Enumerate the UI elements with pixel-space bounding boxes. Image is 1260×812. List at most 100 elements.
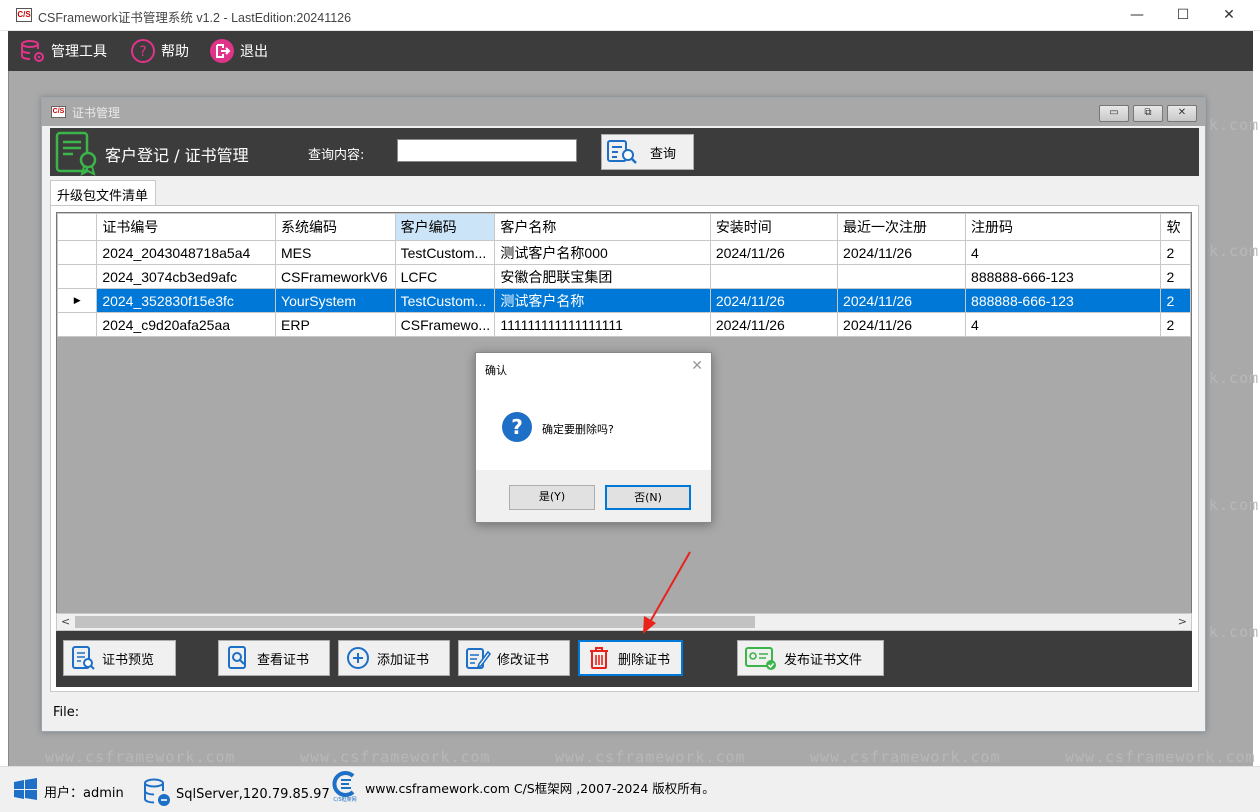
table-cell[interactable]: TestCustom... [394,288,496,313]
table-cell[interactable]: 2024_c9d20afa25aa [96,312,277,337]
table-cell[interactable]: 2 [1160,240,1191,265]
child-minimize-button[interactable]: ▭ [1099,105,1129,122]
menu-item-help[interactable]: ? 帮助 [130,31,189,71]
table-cell[interactable] [837,264,967,289]
yes-button[interactable]: 是(Y) [509,485,595,510]
table-cell[interactable] [709,264,839,289]
table-cell[interactable]: 2024_352830f15e3fc [96,288,277,313]
table-cell[interactable]: 4 [965,312,1162,337]
table-row[interactable]: 2024_2043048718a5a4 MES TestCustom... 测试… [57,240,1191,265]
tab-upgrade-file-list[interactable]: 升级包文件清单 [50,180,156,206]
minimize-button[interactable]: — [1114,0,1160,31]
database-gear-icon [20,38,46,64]
column-header[interactable]: 客户编码 [394,213,496,241]
publish-certificate-button[interactable]: 发布证书文件 [737,640,884,676]
status-user-text: 用户：admin [44,785,124,801]
svg-text:?: ? [139,44,146,60]
watermark: k.com [1209,116,1260,134]
close-button[interactable]: ✕ [1206,0,1252,31]
delete-certificate-button[interactable]: 删除证书 [578,640,683,676]
table-cell[interactable]: 888888-666-123 [965,288,1162,313]
watermark: k.com [1209,496,1260,514]
table-cell[interactable]: 2024/11/26 [709,240,839,265]
table-cell[interactable]: MES [275,240,396,265]
column-header[interactable]: 客户名称 [494,213,711,241]
dialog-title: 确认 [485,364,507,377]
header-panel: 客户登记 / 证书管理 查询内容: 查询 [50,128,1199,176]
status-server: SqlServer,120.79.85.97 [142,777,330,811]
query-input[interactable] [397,139,577,162]
table-cell[interactable]: 2024/11/26 [837,312,967,337]
table-cell[interactable]: 测试客户名称000 [494,240,711,265]
column-header[interactable]: 注册码 [965,213,1162,241]
menu-item-admin-tools[interactable]: 管理工具 [20,31,107,71]
view-certificate-button[interactable]: 查看证书 [218,640,330,676]
table-cell[interactable]: TestCustom... [394,240,496,265]
child-restore-button[interactable]: ⧉ [1133,105,1163,122]
table-cell[interactable]: 2 [1160,288,1191,313]
query-button[interactable]: 查询 [601,134,694,170]
table-cell[interactable]: 2024_3074cb3ed9afc [96,264,277,289]
table-cell[interactable]: 888888-666-123 [965,264,1162,289]
table-cell[interactable]: 测试客户名称 [494,288,711,313]
edit-certificate-button[interactable]: 修改证书 [458,640,570,676]
add-certificate-button[interactable]: 添加证书 [338,640,450,676]
row-header[interactable] [57,240,98,265]
child-close-button[interactable]: ✕ [1167,105,1197,122]
menu-label: 退出 [240,44,268,60]
table-cell[interactable]: CSFramewo... [394,312,496,337]
edit-certificate-icon [465,645,491,671]
column-header[interactable]: 系统编码 [275,213,396,241]
certificate-table: 证书编号 系统编码 客户编码 客户名称 安装时间 最近一次注册 注册码 软 20… [57,213,1191,337]
preview-certificate-button[interactable]: 证书预览 [63,640,176,676]
current-row-indicator-icon[interactable]: ▶ [57,288,98,313]
table-cell[interactable]: 2024/11/26 [837,288,967,313]
table-row-selected[interactable]: ▶ 2024_352830f15e3fc YourSystem TestCust… [57,288,1191,313]
exit-icon [209,38,235,64]
scrollbar-thumb[interactable] [75,616,755,628]
menu-bar: 管理工具 ? 帮助 退出 [8,31,1253,71]
table-cell[interactable]: ERP [275,312,396,337]
table-cell[interactable]: CSFrameworkV6 [275,264,396,289]
table-cell[interactable]: 111111111111111111 [494,312,711,337]
status-bar: 用户：admin SqlServer,120.79.85.97 C/S框架网 w… [0,766,1260,812]
column-header[interactable]: 软 [1160,213,1191,241]
menu-label: 帮助 [161,44,189,60]
no-button[interactable]: 否(N) [605,485,691,510]
add-icon [345,645,371,671]
help-circle-icon: ? [130,38,156,64]
table-cell[interactable]: 2024/11/26 [709,312,839,337]
status-copyright-text: www.csframework.com C/S框架网 ,2007-2024 版权… [365,780,715,796]
table-cell[interactable]: 安徽合肥联宝集团 [494,264,711,289]
button-label: 发布证书文件 [784,652,863,668]
watermark: www.csframework.com [555,748,746,766]
table-cell[interactable]: 4 [965,240,1162,265]
column-header[interactable]: 最近一次注册 [837,213,967,241]
scroll-left-icon[interactable]: < [61,615,70,628]
search-list-icon [606,138,638,166]
table-cell[interactable]: LCFC [394,264,496,289]
row-header[interactable] [57,312,98,337]
table-cell[interactable]: 2 [1160,264,1191,289]
table-header-row: 证书编号 系统编码 客户编码 客户名称 安装时间 最近一次注册 注册码 软 [57,213,1191,241]
menu-label: 管理工具 [51,44,107,60]
table-row[interactable]: 2024_c9d20afa25aa ERP CSFramewo... 11111… [57,312,1191,337]
query-button-label: 查询 [650,146,677,162]
horizontal-scrollbar[interactable]: < > [56,613,1192,631]
dialog-close-icon[interactable]: ✕ [691,358,703,374]
button-label: 证书预览 [102,652,155,668]
table-row[interactable]: 2024_3074cb3ed9afc CSFrameworkV6 LCFC 安徽… [57,264,1191,289]
table-cell[interactable]: 2 [1160,312,1191,337]
menu-item-exit[interactable]: 退出 [209,31,268,71]
table-cell[interactable]: 2024/11/26 [709,288,839,313]
row-header[interactable] [57,264,98,289]
scroll-right-icon[interactable]: > [1178,615,1187,628]
question-icon: ? [502,412,532,442]
table-cell[interactable]: 2024_2043048718a5a4 [96,240,277,265]
column-header[interactable]: 证书编号 [96,213,277,241]
csframework-logo-icon: C/S框架网 [331,771,359,803]
column-header[interactable]: 安装时间 [709,213,839,241]
maximize-button[interactable]: ☐ [1160,0,1206,31]
table-cell[interactable]: YourSystem [275,288,396,313]
table-cell[interactable]: 2024/11/26 [837,240,967,265]
